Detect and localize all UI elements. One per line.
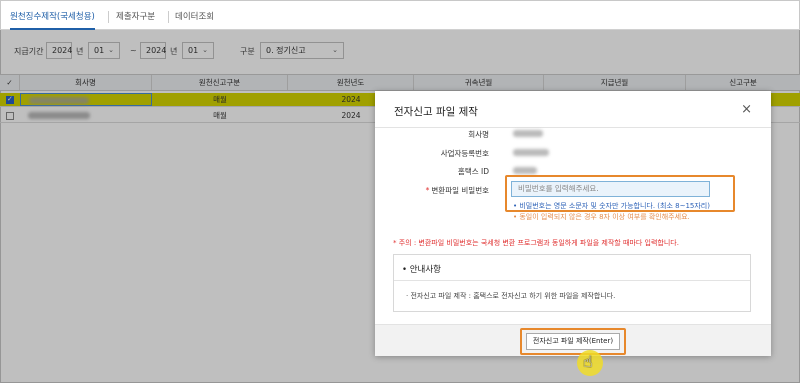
hometax-label: 홈택스 ID (457, 167, 489, 176)
guide-divider (394, 280, 750, 281)
redacted-company (513, 130, 543, 137)
redacted-bizno (513, 149, 549, 156)
password-label: * 변환파일 비밀번호 (395, 185, 489, 196)
modal-divider (375, 127, 771, 128)
password-label-text: 변환파일 비밀번호 (431, 186, 489, 195)
tab-divider (108, 11, 109, 23)
required-mark: * (425, 186, 430, 195)
guide-text: · 전자신고 파일 제작 : 홈택스로 전자신고 하기 위한 파일을 제작합니다… (406, 292, 616, 300)
tab-withholding-production[interactable]: 원천징수제작(국세청용) (10, 8, 95, 30)
password-hint-secondary: • 동일이 입력되지 않은 경우 8자 이상 여부를 확인해주세요. (513, 213, 690, 221)
password-highlight-box (505, 175, 735, 212)
button-highlight-box (520, 328, 626, 355)
guide-title: • 안내사항 (402, 265, 441, 275)
efile-modal: 전자신고 파일 제작 × 회사명 사업자등록번호 홈택스 ID * 변환파일 비밀… (375, 91, 771, 356)
guide-box: • 안내사항 · 전자신고 파일 제작 : 홈택스로 전자신고 하기 위한 파일… (393, 254, 751, 312)
redacted-hometax-id (513, 167, 537, 174)
modal-title: 전자신고 파일 제작 (394, 106, 478, 118)
password-warning: * 주의 : 변환파일 비밀번호는 국세청 변환 프로그램과 동일하게 파일을 … (393, 239, 679, 247)
tab-divider (168, 11, 169, 23)
company-label: 회사명 (468, 130, 489, 139)
tab-submitter-type[interactable]: 제출자구분 (116, 8, 155, 30)
modal-footer: 전자신고 파일 제작(Enter) (375, 324, 771, 356)
bizno-label: 사업자등록번호 (440, 149, 489, 158)
tab-data-lookup[interactable]: 데이터조회 (175, 8, 214, 30)
close-icon[interactable]: × (741, 102, 752, 117)
hand-cursor-icon: ☝ (583, 352, 593, 371)
tab-bar: 원천징수제작(국세청용) 제출자구분 데이터조회 (0, 0, 800, 30)
